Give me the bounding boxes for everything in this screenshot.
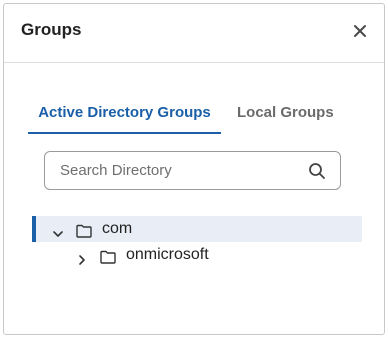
- search-input[interactable]: [46, 153, 296, 188]
- groups-dialog: Groups Active Directory Groups Local Gro…: [3, 3, 385, 335]
- dialog-title: Groups: [21, 20, 82, 39]
- tree-node-label: onmicrosoft: [126, 246, 209, 263]
- close-icon[interactable]: [350, 21, 370, 41]
- tree-node-onmicrosoft[interactable]: onmicrosoft: [32, 242, 362, 268]
- chevron-down-icon[interactable]: [52, 223, 64, 237]
- tab-local-groups[interactable]: Local Groups: [237, 96, 334, 134]
- folder-icon: [76, 221, 92, 238]
- search-box: [44, 151, 341, 190]
- tab-active-directory-groups[interactable]: Active Directory Groups: [28, 96, 221, 134]
- tree-node-label: com: [102, 220, 133, 237]
- directory-tree: com onmicrosoft: [32, 216, 362, 268]
- tree-node-com[interactable]: com: [32, 216, 362, 242]
- tab-bar: Active Directory Groups Local Groups: [28, 96, 348, 134]
- search-icon[interactable]: [308, 162, 326, 180]
- chevron-right-icon[interactable]: [76, 249, 88, 265]
- dialog-header: Groups: [4, 4, 384, 63]
- folder-icon: [100, 247, 116, 264]
